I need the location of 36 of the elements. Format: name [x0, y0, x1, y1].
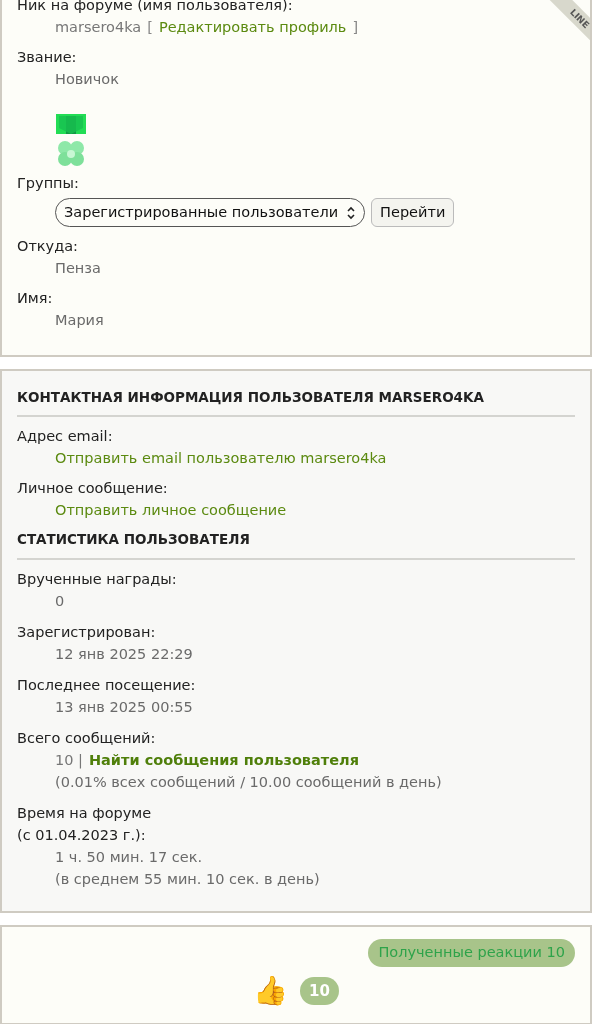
- group-select[interactable]: Зарегистрированные пользователи: [55, 198, 366, 227]
- field-label: Откуда:: [17, 237, 79, 256]
- field-label: Группы:: [17, 174, 80, 193]
- field-label: Последнее посещение:: [17, 675, 197, 695]
- field-label: Время на форуме: [17, 803, 153, 823]
- field-label: Всего сообщений:: [17, 728, 157, 748]
- chevron-updown-icon: [346, 205, 357, 220]
- field-label: Адрес email:: [17, 427, 114, 447]
- field-value: (в среднем 55 мин. 10 сек. в день): [54, 869, 321, 889]
- field-value: 12 янв 2025 22:29: [54, 644, 194, 664]
- field-label: Имя:: [17, 289, 54, 308]
- contact-link[interactable]: Отправить email пользователю marsero4ka: [55, 450, 387, 467]
- find-posts-link[interactable]: Найти сообщения пользователя: [88, 748, 359, 771]
- field-value: Новичок: [54, 70, 120, 89]
- field-value: 0: [54, 591, 66, 611]
- go-button[interactable]: Перейти: [371, 198, 455, 227]
- edit-profile-link[interactable]: Редактировать профиль: [158, 16, 347, 38]
- bracket: [: [147, 18, 153, 37]
- reaction-count: 10: [300, 976, 339, 1005]
- contact-link[interactable]: Отправить личное сообщение: [55, 502, 287, 519]
- field-label: (с 01.04.2023 г.):: [17, 825, 147, 845]
- bracket: ]: [352, 18, 359, 37]
- field-value: (0.01% всех сообщений / 10.00 сообщений в день): [54, 772, 443, 792]
- field-label: Врученные награды:: [17, 569, 178, 589]
- field-value: Пенза: [54, 259, 102, 278]
- section-heading: СТАТИСТИКА ПОЛЬЗОВАТЕЛЯ: [17, 529, 575, 560]
- field-value: 13 янв 2025 00:55: [54, 697, 194, 717]
- field-value: 10 |: [55, 750, 83, 771]
- field-label: Личное сообщение:: [17, 479, 169, 499]
- field-value: 1 ч. 50 мин. 17 сек.: [54, 847, 204, 867]
- medal-icon: [55, 114, 87, 168]
- field-label: Звание:: [17, 48, 78, 67]
- field-label: Зарегистрирован:: [17, 622, 157, 642]
- username: marsero4ka: [55, 18, 142, 37]
- section-heading: КОНТАКТНАЯ ИНФОРМАЦИЯ ПОЛЬЗОВАТЕЛЯ MARSERO4KA: [17, 387, 575, 418]
- field-value: Мария: [54, 311, 105, 330]
